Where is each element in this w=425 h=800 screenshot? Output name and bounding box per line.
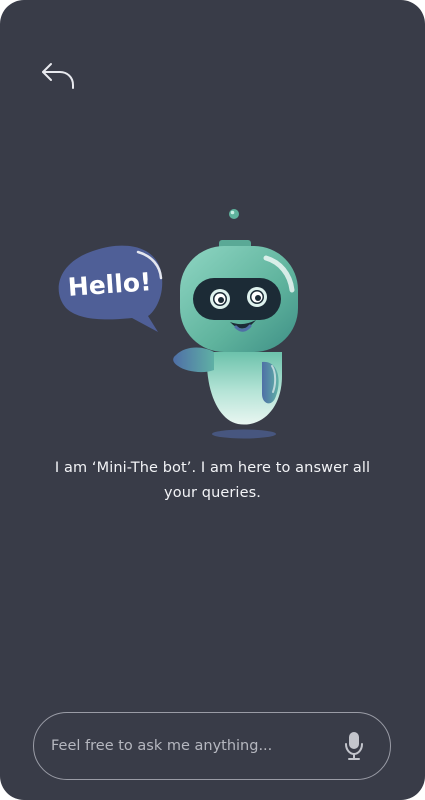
back-button[interactable] xyxy=(38,58,78,94)
bot-illustration: Hello! xyxy=(58,209,298,439)
chat-screen: Hello! I am ‘Mini-The bot’. I am here to… xyxy=(0,0,425,800)
microphone-button[interactable] xyxy=(342,730,366,762)
speech-bubble-text: Hello! xyxy=(67,267,152,302)
microphone-icon xyxy=(345,732,363,760)
chat-input-bar xyxy=(33,712,391,780)
antenna-dot xyxy=(229,209,239,219)
back-arrow-icon xyxy=(42,63,74,89)
bot-visor xyxy=(193,278,281,320)
bot-left-arm xyxy=(173,347,214,373)
bot-intro-text: I am ‘Mini-The bot’. I am here to answer… xyxy=(54,460,371,501)
chat-input[interactable] xyxy=(51,738,342,754)
bot-shadow xyxy=(212,429,276,439)
